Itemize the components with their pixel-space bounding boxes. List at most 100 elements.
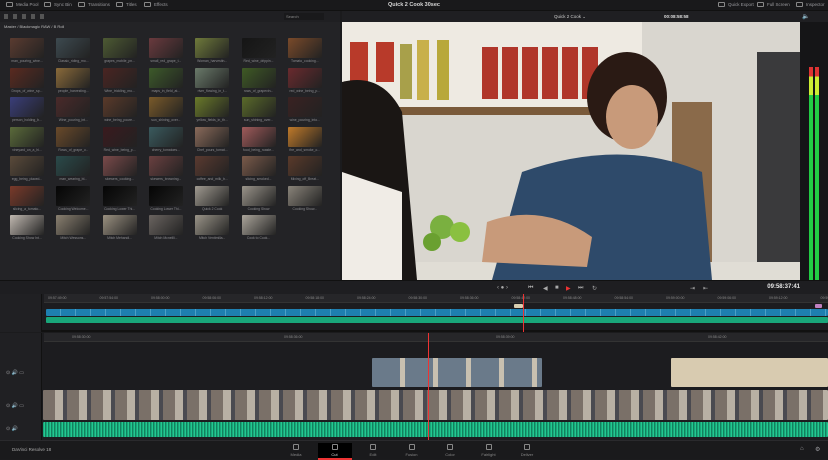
inspector-button[interactable]: Inspector (796, 2, 825, 7)
clip-thumbnail[interactable] (288, 38, 322, 58)
quick-export-button[interactable]: Quick Export (718, 2, 754, 7)
title-clip[interactable] (514, 304, 523, 308)
play-button[interactable]: ▶ (566, 285, 571, 292)
lower-playhead[interactable] (428, 333, 429, 440)
lower-ruler[interactable]: 09:58:30:0009:58:36:0009:58:39:0009:58:4… (44, 333, 828, 342)
page-tab-media[interactable]: Media (279, 443, 313, 460)
clip-thumbnail[interactable] (10, 97, 44, 117)
a1-audio-clip[interactable] (43, 422, 828, 437)
clip-thumbnail[interactable] (149, 215, 183, 235)
page-tab-fusion[interactable]: Fusion (395, 443, 429, 460)
clip-thumbnail[interactable] (149, 156, 183, 176)
jog-icon[interactable]: ‹ ● › (497, 285, 508, 291)
clip-thumbnail[interactable] (242, 186, 276, 206)
search-input[interactable]: Search (284, 13, 324, 20)
clip-name: slicing_a_tomato... (5, 207, 49, 211)
go-end-button[interactable]: ⏭ (578, 285, 583, 292)
clip-thumbnail[interactable] (149, 186, 183, 206)
clip-thumbnail[interactable] (195, 68, 229, 88)
clip-name: people_harvesting... (51, 89, 95, 93)
clip-thumbnail[interactable] (103, 68, 137, 88)
clip-thumbnail[interactable] (242, 215, 276, 235)
clip-thumbnail[interactable] (103, 127, 137, 147)
viewer-clip-select[interactable]: Quick 2 Cook ⌄ (554, 14, 586, 20)
home-icon[interactable]: ⌂ (800, 446, 804, 452)
clip-name: Drops_of_wine_sp... (5, 89, 49, 93)
clip-thumbnail[interactable] (288, 127, 322, 147)
page-tab-color[interactable]: Color (433, 443, 467, 460)
page-tab-deliver[interactable]: Deliver (510, 443, 544, 460)
clip-thumbnail[interactable] (149, 97, 183, 117)
v2-title-clip[interactable] (671, 358, 828, 387)
clip-thumbnail[interactable] (195, 156, 229, 176)
fusion-page-icon (409, 444, 415, 450)
clip-thumbnail[interactable] (149, 38, 183, 58)
upper-playhead[interactable] (523, 294, 524, 332)
clip-thumbnail[interactable] (195, 215, 229, 235)
clip-thumbnail[interactable] (288, 68, 322, 88)
clip-thumbnail[interactable] (56, 97, 90, 117)
clip-thumbnail[interactable] (195, 186, 229, 206)
v2-clip[interactable] (372, 358, 542, 387)
clip-thumbnail[interactable] (103, 215, 137, 235)
ruler-label: 09:58:18:00 (306, 296, 325, 300)
clip-thumbnail[interactable] (149, 68, 183, 88)
loop-button[interactable]: ↻ (592, 285, 597, 292)
clip-thumbnail[interactable] (10, 215, 44, 235)
settings-icon[interactable]: ⚙ (815, 446, 820, 453)
clip-thumbnail[interactable] (103, 97, 137, 117)
v1-clip[interactable] (43, 390, 828, 420)
clip-thumbnail[interactable] (242, 156, 276, 176)
v2-header[interactable]: ⊙ 🔊 ▭ (6, 370, 24, 376)
clip-thumbnail[interactable] (288, 186, 322, 206)
stop-button[interactable]: ■ (555, 285, 559, 291)
clip-thumbnail[interactable] (56, 215, 90, 235)
view-options-icons[interactable] (4, 14, 44, 19)
clip-thumbnail[interactable] (103, 38, 137, 58)
clip-thumbnail[interactable] (10, 186, 44, 206)
clip-thumbnail[interactable] (10, 38, 44, 58)
speaker-icon[interactable]: 🔈 (802, 13, 809, 20)
mark-in-button[interactable]: ⇥ (690, 285, 695, 292)
a1-header[interactable]: ⊙ 🔊 (6, 426, 18, 432)
clip-thumbnail[interactable] (10, 156, 44, 176)
page-label: Media (291, 452, 302, 457)
clip-thumbnail[interactable] (288, 156, 322, 176)
audio-clips-strip[interactable] (46, 317, 828, 323)
go-start-button[interactable]: ⏮ (528, 285, 533, 292)
clip-thumbnail[interactable] (242, 97, 276, 117)
full-screen-button[interactable]: Full Screen (757, 2, 790, 7)
play-reverse-button[interactable]: ◀ (543, 285, 548, 292)
lower-timeline[interactable]: ⊙ 🔊 ▭ ⊙ 🔊 ▭ ⊙ 🔊 09:58:30:0009:58:36:0009… (0, 333, 828, 440)
v1-header[interactable]: ⊙ 🔊 ▭ (6, 403, 24, 409)
clip-thumbnail[interactable] (242, 38, 276, 58)
clip-name: maps_in_field_at... (144, 89, 188, 93)
clip-thumbnail[interactable] (10, 68, 44, 88)
clip-thumbnail[interactable] (56, 127, 90, 147)
mark-out-button[interactable]: ⇤ (703, 285, 708, 292)
clip-thumbnail[interactable] (56, 186, 90, 206)
clip-thumbnail[interactable] (242, 127, 276, 147)
clip-thumbnail[interactable] (288, 97, 322, 117)
video-clips-strip[interactable] (46, 309, 828, 316)
clip-thumbnail[interactable] (10, 127, 44, 147)
clip-thumbnail[interactable] (56, 156, 90, 176)
page-tab-fairlight[interactable]: Fairlight (472, 443, 506, 460)
clip-thumbnail[interactable] (195, 127, 229, 147)
clip-thumbnail[interactable] (149, 127, 183, 147)
page-tab-cut[interactable]: Cut (318, 443, 352, 460)
ruler-label: 09:58:06:00 (203, 296, 222, 300)
clip-thumbnail[interactable] (242, 68, 276, 88)
clip-thumbnail[interactable] (103, 156, 137, 176)
effect-clip[interactable] (815, 304, 822, 308)
color-page-icon (447, 444, 453, 450)
clip-thumbnail[interactable] (195, 97, 229, 117)
clip-thumbnail[interactable] (56, 38, 90, 58)
page-tab-edit[interactable]: Edit (356, 443, 390, 460)
clip-thumbnail[interactable] (103, 186, 137, 206)
clip-thumbnail[interactable] (195, 38, 229, 58)
upper-ruler[interactable]: 09:57:49:0009:57:54:0009:58:00:0009:58:0… (44, 294, 828, 303)
clip-thumbnail[interactable] (56, 68, 90, 88)
clip-name: Cooking Welcome... (51, 207, 95, 211)
upper-timeline[interactable]: 09:57:49:0009:57:54:0009:58:00:0009:58:0… (0, 294, 828, 332)
